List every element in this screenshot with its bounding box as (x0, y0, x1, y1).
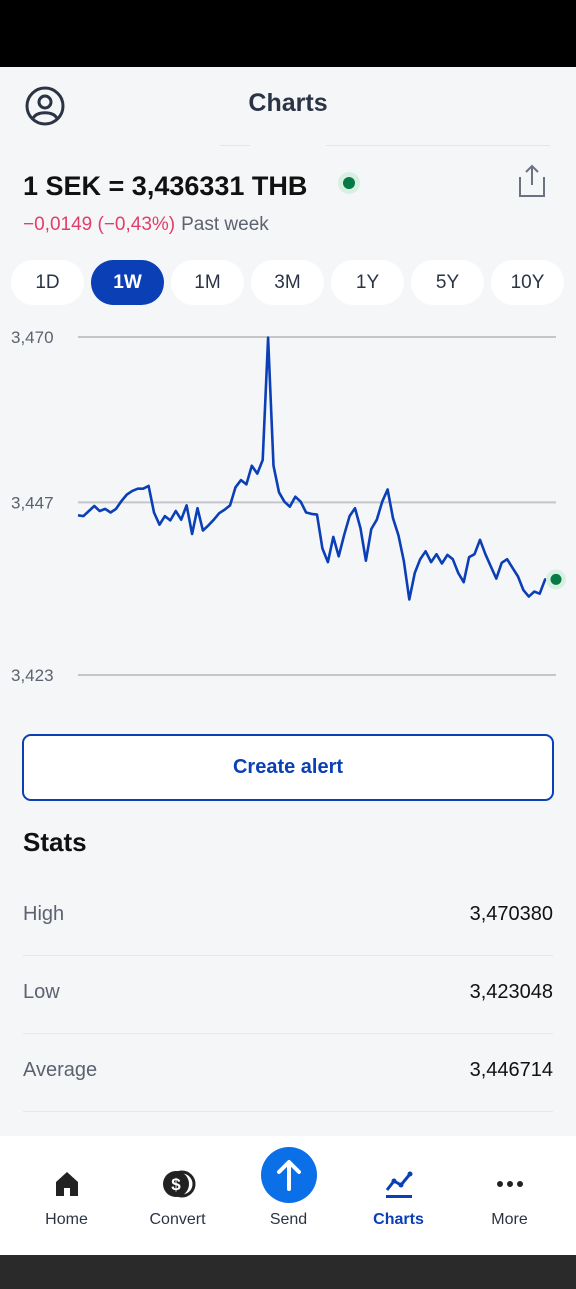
share-icon (519, 164, 545, 197)
system-nav-bar (0, 1255, 576, 1289)
nav-label: Convert (149, 1211, 206, 1228)
tab-10y[interactable]: 10Y (491, 260, 564, 305)
stat-row-low: Low 3,423048 (23, 955, 553, 1034)
status-bar (0, 0, 576, 67)
tab-5y[interactable]: 5Y (411, 260, 484, 305)
stat-value: 3,470380 (469, 903, 553, 925)
latest-point (550, 573, 562, 585)
rate-chart[interactable]: 3,470 3,447 3,423 (0, 317, 576, 697)
change-value: −0,0149 (−0,43%) (23, 214, 176, 235)
nav-label: More (491, 1211, 528, 1228)
header-divider (220, 145, 250, 146)
tab-1m[interactable]: 1M (171, 260, 244, 305)
y-tick-label: 3,470 (11, 328, 54, 347)
nav-home[interactable]: Home (11, 1136, 122, 1255)
bottom-navigation: Home $ Convert Send Charts More (0, 1136, 576, 1255)
tab-1w[interactable]: 1W (91, 260, 164, 305)
stat-row-average: Average 3,446714 (23, 1033, 553, 1112)
stat-value: 3,423048 (469, 981, 553, 1003)
header: Charts (0, 67, 576, 147)
tab-3m[interactable]: 3M (251, 260, 324, 305)
y-tick-label: 3,447 (11, 493, 54, 512)
change-period: Past week (181, 214, 269, 235)
stat-label: Average (23, 1059, 98, 1081)
nav-label: Home (45, 1211, 88, 1228)
dollar-coins-icon: $ (162, 1170, 195, 1198)
nav-send[interactable]: Send (233, 1136, 344, 1255)
stat-label: High (23, 903, 65, 925)
live-indicator (343, 177, 355, 189)
send-button-circle (260, 1147, 317, 1203)
rate-change: −0,0149 (−0,43%) Past week (23, 214, 269, 236)
nav-label: Send (269, 1211, 308, 1228)
tab-1y[interactable]: 1Y (331, 260, 404, 305)
stat-row-high: High 3,470380 (23, 877, 553, 956)
share-button[interactable] (516, 163, 548, 199)
nav-more[interactable]: More (454, 1136, 565, 1255)
rate-series-line (77, 336, 556, 601)
tab-1d[interactable]: 1D (11, 260, 84, 305)
stat-value: 3,446714 (469, 1059, 553, 1081)
exchange-rate: 1 SEK = 3,436331 THB (23, 171, 308, 201)
y-tick-label: 3,423 (11, 666, 54, 685)
nav-convert[interactable]: $ Convert (122, 1136, 233, 1255)
more-dots-icon (496, 1181, 523, 1187)
arrow-up-icon (276, 1160, 301, 1191)
stats-title: Stats (23, 827, 87, 857)
line-chart-icon (385, 1171, 412, 1198)
create-alert-button[interactable]: Create alert (22, 734, 554, 801)
nav-charts[interactable]: Charts (343, 1136, 454, 1255)
home-icon (55, 1172, 78, 1196)
header-divider (326, 145, 550, 146)
svg-text:$: $ (171, 1175, 181, 1194)
stat-label: Low (23, 981, 60, 1003)
app-screen: Charts 1 SEK = 3,436331 THB −0,0149 (−0,… (0, 67, 576, 1255)
nav-label: Charts (373, 1211, 424, 1228)
page-title: Charts (248, 89, 328, 117)
